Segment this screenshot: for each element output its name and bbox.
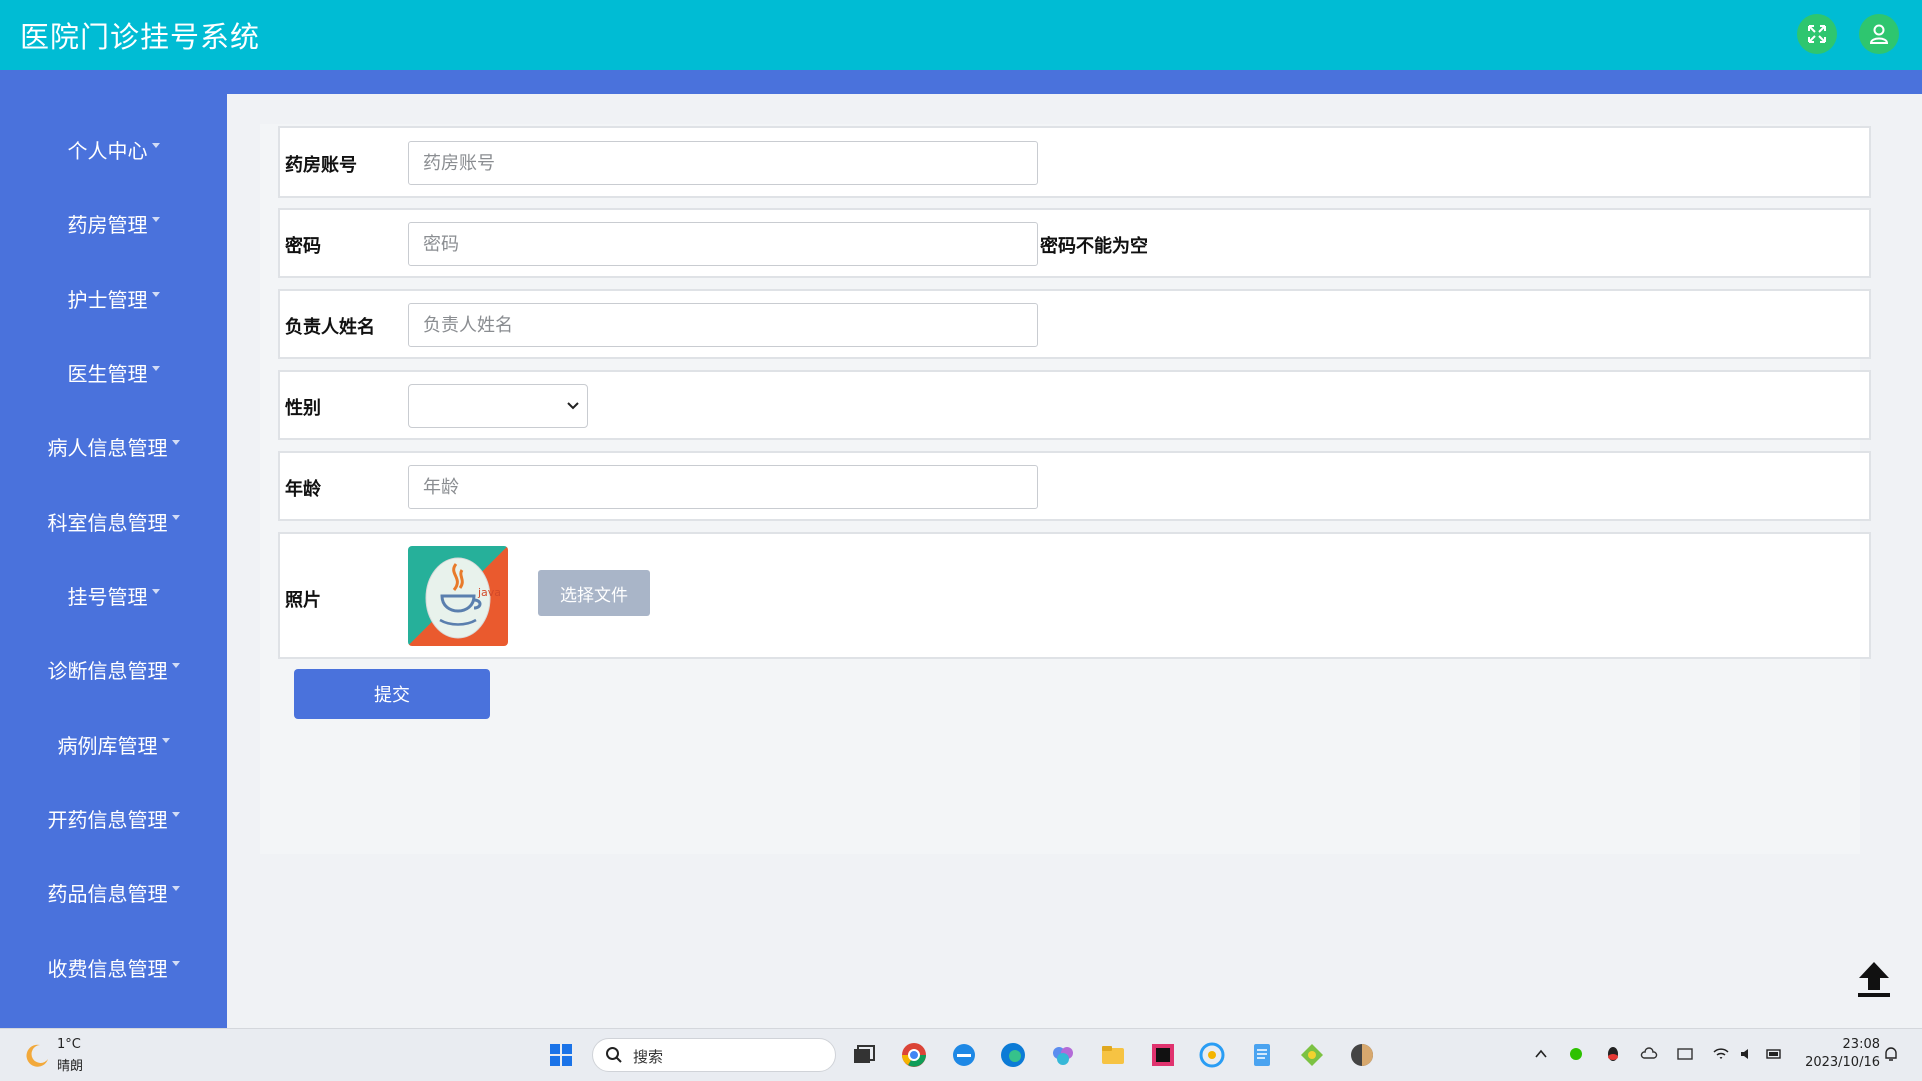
sidebar-item-nurse[interactable]: 护士管理 [0,278,227,318]
task-view-icon[interactable] [850,1041,878,1069]
password-input[interactable] [408,222,1038,266]
password-error-message: 密码不能为空 [1040,236,1148,257]
caret-down-icon [151,588,160,594]
chevron-down-icon [567,402,579,410]
sidebar-item-label: 护士管理 [67,287,148,312]
sidebar-item-label: 开药信息管理 [47,807,168,832]
sidebar-item-label: 收费信息管理 [47,956,168,981]
caret-down-icon [171,514,180,520]
battery-icon[interactable] [1765,1045,1783,1063]
browser-icon[interactable] [1198,1041,1226,1069]
password-label: 密码 [285,236,321,257]
fullscreen-icon [1808,25,1826,43]
choose-file-button[interactable]: 选择文件 [538,570,650,616]
sidebar-item-pharmacy[interactable]: 药房管理 [0,203,227,243]
sidebar-item-label: 医生管理 [67,361,148,386]
submit-button[interactable]: 提交 [294,669,490,719]
sidebar-item-label: 病例库管理 [57,733,158,758]
caret-down-icon [171,885,180,891]
app-green-icon[interactable] [1298,1041,1326,1069]
age-label: 年龄 [285,479,321,500]
ie-browser-icon[interactable] [950,1041,978,1069]
sidebar-item-label: 病人信息管理 [47,435,168,460]
file-explorer-icon[interactable] [1099,1041,1127,1069]
sidebar-item-label: 诊断信息管理 [47,658,168,683]
gender-select[interactable] [408,384,588,428]
fullscreen-button[interactable] [1797,14,1837,54]
account-label: 药房账号 [285,155,357,176]
photo-preview-image: java [408,546,508,646]
cloud-icon[interactable] [1640,1045,1658,1063]
notification-bell-icon[interactable] [1882,1045,1900,1063]
sidebar-item-registration[interactable]: 挂号管理 [0,575,227,615]
copilot-icon[interactable] [1049,1041,1077,1069]
sidebar-item-drug-info[interactable]: 药品信息管理 [0,872,227,912]
thumb-text: java [477,586,501,599]
sidebar-item-personal-center[interactable]: 个人中心 [0,129,227,169]
windows-start-icon[interactable] [549,1043,573,1067]
caret-down-icon [161,737,170,743]
caret-down-icon [171,960,180,966]
caret-down-icon [151,216,160,222]
app-dark-icon[interactable] [1348,1041,1376,1069]
caret-down-icon [151,291,160,297]
sidebar-item-department-info[interactable]: 科室信息管理 [0,501,227,541]
weather-description: 晴朗 [57,1059,84,1074]
sidebar-item-patient-info[interactable]: 病人信息管理 [0,426,227,466]
manager-name-label: 负责人姓名 [285,317,375,338]
top-header: 医院门诊挂号系统 [0,0,1922,70]
sidebar-item-label: 挂号管理 [67,584,148,609]
caret-down-icon [171,439,180,445]
sidebar-item-diagnosis-info[interactable]: 诊断信息管理 [0,649,227,689]
app-title: 医院门诊挂号系统 [20,20,261,54]
manager-name-input[interactable] [408,303,1038,347]
intellij-icon[interactable] [1149,1041,1177,1069]
volume-icon[interactable] [1738,1045,1756,1063]
account-input[interactable] [408,141,1038,185]
clock-time: 23:08 [1842,1037,1880,1052]
form-row-age: 年龄 [278,451,1871,521]
taskbar-search-box[interactable]: 搜索 [592,1038,836,1072]
search-icon [606,1047,622,1063]
sidebar-item-billing-info[interactable]: 收费信息管理 [0,947,227,987]
sidebar-item-label: 药房管理 [67,212,148,237]
user-button[interactable] [1859,14,1899,54]
caret-down-icon [171,811,180,817]
sidebar-item-case-library[interactable]: 病例库管理 [0,724,227,764]
sidebar-item-prescription-info[interactable]: 开药信息管理 [0,798,227,838]
notepad-icon[interactable] [1248,1041,1276,1069]
caret-down-icon [171,662,180,668]
sidebar-item-label: 药品信息管理 [47,881,168,906]
form-row-photo: 照片 java 选择文件 [278,532,1871,659]
weather-temperature: 1°C [57,1037,81,1052]
caret-down-icon [151,142,160,148]
age-input[interactable] [408,465,1038,509]
weather-moon-icon [26,1044,48,1067]
photo-label: 照片 [285,590,321,611]
header-strip [0,70,1922,94]
sidebar-item-label: 科室信息管理 [47,510,168,535]
form-row-gender: 性别 [278,370,1871,440]
wechat-icon[interactable] [1568,1045,1586,1063]
gender-label: 性别 [285,398,321,419]
form-row-password: 密码 密码不能为空 [278,208,1871,278]
sidebar-item-label: 个人中心 [67,138,148,163]
sidebar-item-doctor[interactable]: 医生管理 [0,352,227,392]
tray-chevron-up-icon[interactable] [1532,1045,1550,1063]
windows-taskbar: 1°C 晴朗 搜索 23:08 2023/10/16 [0,1028,1922,1081]
form-row-account: 药房账号 [278,126,1871,198]
user-icon [1869,24,1889,44]
edge-icon[interactable] [999,1041,1027,1069]
clock-date: 2023/10/16 [1805,1055,1880,1070]
wifi-icon[interactable] [1712,1045,1730,1063]
sidebar: 个人中心 药房管理 护士管理 医生管理 病人信息管理 科室信息管理 挂号管理 诊… [0,94,227,1028]
search-placeholder: 搜索 [633,1048,664,1066]
back-to-top-icon[interactable] [1853,958,1895,1000]
java-logo-icon: java [425,557,501,639]
qq-icon[interactable] [1604,1045,1622,1063]
input-method-icon[interactable] [1676,1045,1694,1063]
form-row-manager-name: 负责人姓名 [278,289,1871,359]
caret-down-icon [151,365,160,371]
chrome-icon[interactable] [900,1041,928,1069]
